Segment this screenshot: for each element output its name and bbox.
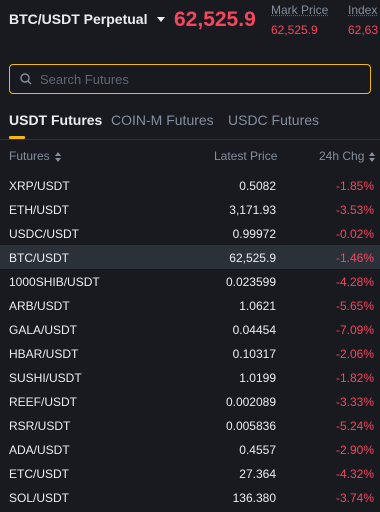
row-change: -1.82% xyxy=(335,371,374,385)
row-price: 136.380 xyxy=(232,491,276,505)
row-change: -2.06% xyxy=(335,347,374,361)
row-price: 0.04454 xyxy=(232,323,276,337)
row-change: -4.28% xyxy=(335,275,374,289)
row-price: 3,171.93 xyxy=(229,203,276,217)
column-latest-price[interactable]: Latest Price xyxy=(214,149,277,163)
sort-icon xyxy=(369,151,376,162)
row-price: 1.0199 xyxy=(239,371,276,385)
mark-price-label[interactable]: Mark Price xyxy=(271,3,328,17)
row-change: -2.90% xyxy=(335,443,374,457)
row-price: 0.4557 xyxy=(239,443,276,457)
row-change: -3.53% xyxy=(335,203,374,217)
column-24h-change[interactable]: 24h Chg xyxy=(319,149,376,163)
table-row[interactable]: ETC/USDT 27.364 -4.32% xyxy=(0,461,380,485)
row-price: 62,525.9 xyxy=(229,251,276,265)
row-price: 0.10317 xyxy=(232,347,276,361)
market-tabs: USDT Futures COIN-M Futures USDC Futures xyxy=(0,108,380,140)
top-bar: BTC/USDT Perpetual 62,525.9 Mark Price 6… xyxy=(0,0,380,48)
index-price-label[interactable]: Index xyxy=(348,3,378,17)
row-symbol: ARB/USDT xyxy=(9,299,70,313)
row-change: -3.33% xyxy=(335,395,374,409)
last-price: 62,525.9 xyxy=(174,8,256,31)
row-price: 1.0621 xyxy=(239,299,276,313)
table-row[interactable]: RSR/USDT 0.005836 -5.24% xyxy=(0,413,380,437)
row-symbol: USDC/USDT xyxy=(9,227,80,241)
tab-usdc-futures[interactable]: USDC Futures xyxy=(228,112,319,128)
row-price: 27.364 xyxy=(239,467,276,481)
row-symbol: ETH/USDT xyxy=(9,203,69,217)
table-row-selected[interactable]: BTC/USDT 62,525.9 -1.46% xyxy=(0,245,380,269)
search-box[interactable] xyxy=(9,64,371,94)
row-symbol: REEF/USDT xyxy=(9,395,78,409)
index-price-value: 62,63 xyxy=(348,23,379,37)
table-row[interactable]: SUSHI/USDT 1.0199 -1.82% xyxy=(0,365,380,389)
row-symbol: GALA/USDT xyxy=(9,323,78,337)
row-symbol: ETC/USDT xyxy=(9,467,69,481)
row-change: -5.24% xyxy=(335,419,374,433)
row-price: 0.5082 xyxy=(239,179,276,193)
column-header: Futures Latest Price 24h Chg xyxy=(0,146,380,168)
row-symbol: ADA/USDT xyxy=(9,443,70,457)
mark-price-value: 62,525.9 xyxy=(271,23,318,37)
row-change: -3.74% xyxy=(335,491,374,505)
row-symbol: RSR/USDT xyxy=(9,419,71,433)
table-row[interactable]: USDC/USDT 0.99972 -0.02% xyxy=(0,221,380,245)
row-symbol: SUSHI/USDT xyxy=(9,371,82,385)
row-price: 0.002089 xyxy=(225,395,276,409)
pair-name: BTC/USDT Perpetual xyxy=(9,11,148,27)
row-symbol: XRP/USDT xyxy=(9,179,70,193)
tab-usdt-futures[interactable]: USDT Futures xyxy=(9,112,102,139)
row-price: 0.99972 xyxy=(232,227,276,241)
row-symbol: HBAR/USDT xyxy=(9,347,79,361)
row-symbol: BTC/USDT xyxy=(9,251,69,265)
table-row[interactable]: HBAR/USDT 0.10317 -2.06% xyxy=(0,341,380,365)
row-symbol: SOL/USDT xyxy=(9,491,70,505)
row-price: 0.005836 xyxy=(225,419,276,433)
row-change: -7.09% xyxy=(335,323,374,337)
futures-list: XRP/USDT 0.5082 -1.85% ETH/USDT 3,171.93… xyxy=(0,173,380,509)
mark-price-block: Mark Price 62,525.9 xyxy=(271,3,328,37)
pair-selector[interactable]: BTC/USDT Perpetual xyxy=(9,11,166,27)
chevron-down-icon xyxy=(157,16,166,22)
table-row[interactable]: REEF/USDT 0.002089 -3.33% xyxy=(0,389,380,413)
search-icon xyxy=(20,73,32,85)
row-symbol: 1000SHIB/USDT xyxy=(9,275,100,289)
search-input[interactable] xyxy=(40,69,360,89)
column-futures[interactable]: Futures xyxy=(9,149,61,163)
row-change: -1.85% xyxy=(335,179,374,193)
table-row[interactable]: GALA/USDT 0.04454 -7.09% xyxy=(0,317,380,341)
table-row[interactable]: ADA/USDT 0.4557 -2.90% xyxy=(0,437,380,461)
index-price-block: Index 62,63 xyxy=(348,3,378,37)
row-change: -0.02% xyxy=(335,227,374,241)
table-row[interactable]: ETH/USDT 3,171.93 -3.53% xyxy=(0,197,380,221)
tab-coin-m-futures[interactable]: COIN-M Futures xyxy=(111,112,214,128)
table-row[interactable]: XRP/USDT 0.5082 -1.85% xyxy=(0,173,380,197)
row-change: -4.32% xyxy=(335,467,374,481)
table-row[interactable]: 1000SHIB/USDT 0.023599 -4.28% xyxy=(0,269,380,293)
table-row[interactable]: ARB/USDT 1.0621 -5.65% xyxy=(0,293,380,317)
table-row[interactable]: SOL/USDT 136.380 -3.74% xyxy=(0,485,380,509)
row-change: -1.46% xyxy=(335,251,374,265)
sort-icon xyxy=(54,151,61,162)
row-price: 0.023599 xyxy=(225,275,276,289)
row-change: -5.65% xyxy=(335,299,374,313)
